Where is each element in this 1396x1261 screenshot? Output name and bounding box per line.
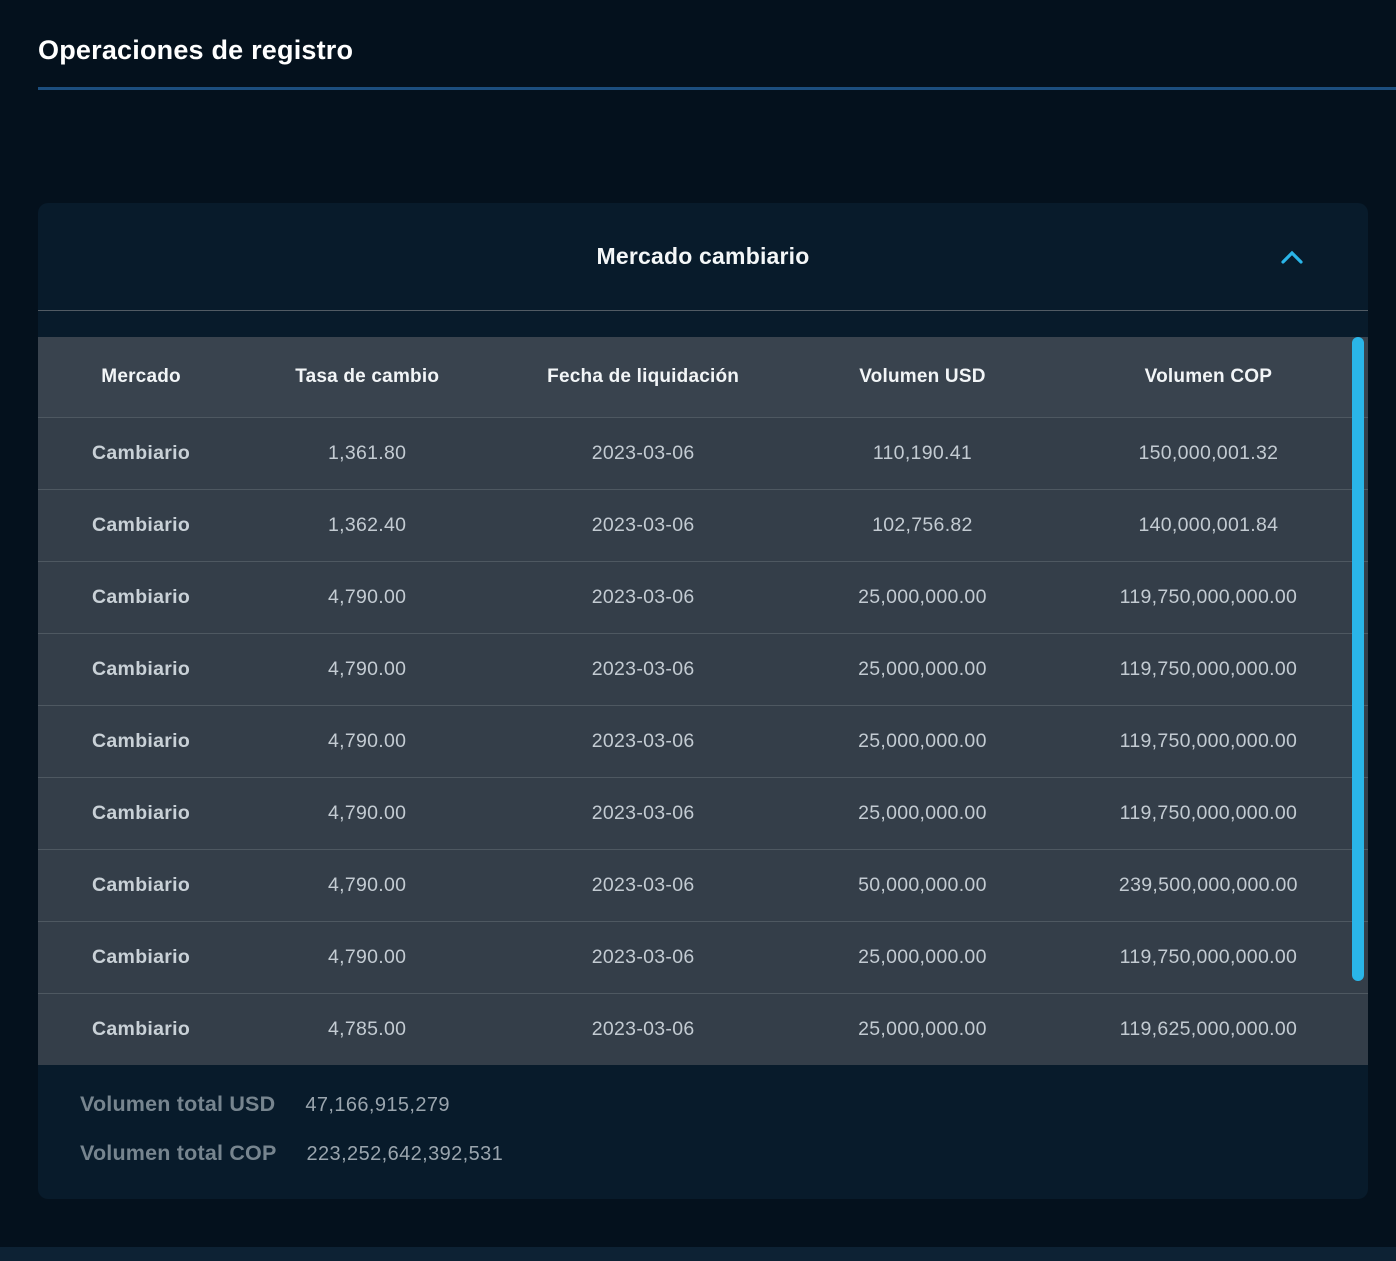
- cell-mercado: Cambiario: [38, 489, 245, 561]
- cell-fecha-de-liquidacion: 2023-03-06: [490, 417, 797, 489]
- table-row: Cambiario 4,785.00 2023-03-06 25,000,000…: [38, 993, 1368, 1065]
- table-row: Cambiario 4,790.00 2023-03-06 25,000,000…: [38, 921, 1368, 993]
- cell-tasa-de-cambio: 4,785.00: [244, 993, 491, 1065]
- total-cop-label: Volumen total COP: [80, 1141, 277, 1165]
- cell-volumen-usd: 110,190.41: [796, 417, 1049, 489]
- panel-title: Mercado cambiario: [596, 243, 810, 269]
- cell-volumen-cop: 119,750,000,000.00: [1048, 777, 1368, 849]
- cell-volumen-usd: 25,000,000.00: [796, 561, 1049, 633]
- cell-tasa-de-cambio: 4,790.00: [244, 777, 491, 849]
- total-cop-value: 223,252,642,392,531: [306, 1143, 504, 1165]
- cell-volumen-usd: 25,000,000.00: [796, 633, 1049, 705]
- cell-tasa-de-cambio: 4,790.00: [244, 849, 491, 921]
- cell-volumen-usd: 25,000,000.00: [796, 705, 1049, 777]
- mercado-cambiario-panel: Mercado cambiario Mercado Tasa de cambio…: [38, 203, 1368, 1199]
- totals-section: Volumen total USD 47,166,915,279 Volumen…: [38, 1065, 1368, 1166]
- panel-header-divider: [38, 310, 1368, 311]
- cell-fecha-de-liquidacion: 2023-03-06: [490, 489, 797, 561]
- cell-mercado: Cambiario: [38, 849, 245, 921]
- header-volumen-usd: Volumen USD: [796, 337, 1049, 417]
- cell-volumen-cop: 119,625,000,000.00: [1048, 993, 1368, 1065]
- cell-volumen-cop: 239,500,000,000.00: [1048, 849, 1368, 921]
- cell-volumen-cop: 150,000,001.32: [1048, 417, 1368, 489]
- total-usd-value: 47,166,915,279: [305, 1094, 450, 1116]
- page-title: Operaciones de registro: [38, 35, 354, 65]
- cell-tasa-de-cambio: 4,790.00: [244, 561, 491, 633]
- cell-volumen-cop: 140,000,001.84: [1048, 489, 1368, 561]
- cell-volumen-usd: 25,000,000.00: [796, 777, 1049, 849]
- cell-volumen-usd: 50,000,000.00: [796, 849, 1049, 921]
- cell-tasa-de-cambio: 1,361.80: [244, 417, 491, 489]
- cell-volumen-cop: 119,750,000,000.00: [1048, 705, 1368, 777]
- table-row: Cambiario 4,790.00 2023-03-06 50,000,000…: [38, 849, 1368, 921]
- cell-fecha-de-liquidacion: 2023-03-06: [490, 777, 797, 849]
- page: Operaciones de registro Mercado cambiari…: [0, 0, 1396, 1261]
- chevron-up-icon[interactable]: [1280, 249, 1304, 265]
- cell-volumen-cop: 119,750,000,000.00: [1048, 561, 1368, 633]
- cell-mercado: Cambiario: [38, 777, 245, 849]
- cell-volumen-usd: 25,000,000.00: [796, 921, 1049, 993]
- cell-mercado: Cambiario: [38, 921, 245, 993]
- cell-fecha-de-liquidacion: 2023-03-06: [490, 561, 797, 633]
- scrollbar-thumb[interactable]: [1352, 337, 1364, 981]
- header-volumen-cop: Volumen COP: [1048, 337, 1368, 417]
- title-divider: [38, 87, 1396, 90]
- table-row: Cambiario 1,362.40 2023-03-06 102,756.82…: [38, 489, 1368, 561]
- table-body: Cambiario 1,361.80 2023-03-06 110,190.41…: [38, 417, 1368, 1065]
- cell-tasa-de-cambio: 4,790.00: [244, 633, 491, 705]
- cell-mercado: Cambiario: [38, 633, 245, 705]
- cell-tasa-de-cambio: 1,362.40: [244, 489, 491, 561]
- cell-mercado: Cambiario: [38, 561, 245, 633]
- cell-fecha-de-liquidacion: 2023-03-06: [490, 705, 797, 777]
- cell-mercado: Cambiario: [38, 705, 245, 777]
- table-header-row: Mercado Tasa de cambio Fecha de liquidac…: [38, 337, 1368, 417]
- total-cop-line: Volumen total COP 223,252,642,392,531: [80, 1141, 1368, 1166]
- cell-volumen-cop: 119,750,000,000.00: [1048, 921, 1368, 993]
- table-wrap: Mercado Tasa de cambio Fecha de liquidac…: [38, 337, 1368, 1065]
- cell-fecha-de-liquidacion: 2023-03-06: [490, 633, 797, 705]
- total-usd-label: Volumen total USD: [80, 1092, 276, 1116]
- table-row: Cambiario 1,361.80 2023-03-06 110,190.41…: [38, 417, 1368, 489]
- cell-volumen-usd: 25,000,000.00: [796, 993, 1049, 1065]
- header-mercado: Mercado: [38, 337, 245, 417]
- cell-fecha-de-liquidacion: 2023-03-06: [490, 921, 797, 993]
- cell-volumen-usd: 102,756.82: [796, 489, 1049, 561]
- cell-tasa-de-cambio: 4,790.00: [244, 705, 491, 777]
- table-row: Cambiario 4,790.00 2023-03-06 25,000,000…: [38, 777, 1368, 849]
- header-fecha-de-liquidacion: Fecha de liquidación: [490, 337, 797, 417]
- table-row: Cambiario 4,790.00 2023-03-06 25,000,000…: [38, 633, 1368, 705]
- cell-mercado: Cambiario: [38, 417, 245, 489]
- total-usd-line: Volumen total USD 47,166,915,279: [80, 1092, 1368, 1117]
- cell-fecha-de-liquidacion: 2023-03-06: [490, 993, 797, 1065]
- table-header: Mercado Tasa de cambio Fecha de liquidac…: [38, 337, 1368, 417]
- footer-strip: [0, 1247, 1396, 1261]
- operations-table: Mercado Tasa de cambio Fecha de liquidac…: [38, 337, 1368, 1065]
- cell-tasa-de-cambio: 4,790.00: [244, 921, 491, 993]
- cell-mercado: Cambiario: [38, 993, 245, 1065]
- table-row: Cambiario 4,790.00 2023-03-06 25,000,000…: [38, 705, 1368, 777]
- header-tasa-de-cambio: Tasa de cambio: [244, 337, 491, 417]
- panel-header-toggle[interactable]: Mercado cambiario: [38, 203, 1368, 310]
- cell-volumen-cop: 119,750,000,000.00: [1048, 633, 1368, 705]
- cell-fecha-de-liquidacion: 2023-03-06: [490, 849, 797, 921]
- table-row: Cambiario 4,790.00 2023-03-06 25,000,000…: [38, 561, 1368, 633]
